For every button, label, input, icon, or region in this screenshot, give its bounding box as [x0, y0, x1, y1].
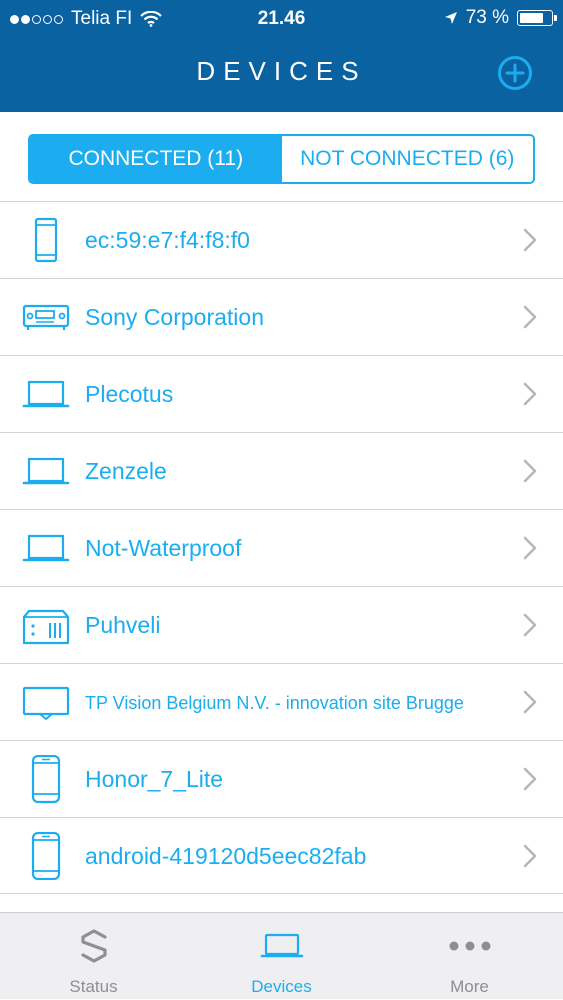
- smartphone-icon: [31, 832, 61, 880]
- device-name: Honor_7_Lite: [85, 766, 224, 792]
- device-name: TP Vision Belgium N.V. - innovation site…: [85, 692, 464, 713]
- device-name: Sony Corporation: [85, 304, 264, 330]
- tab-connected[interactable]: CONNECTED (11): [30, 136, 282, 182]
- chevron-right-icon: [523, 690, 537, 714]
- device-row[interactable]: Plecotus: [0, 355, 563, 432]
- location-arrow-icon: [444, 12, 457, 24]
- device-row[interactable]: android-419120d5eec82fab: [0, 817, 563, 894]
- av-receiver-icon: [22, 304, 70, 330]
- tablet-icon: [34, 217, 58, 263]
- device-name: android-419120d5eec82fab: [85, 843, 367, 869]
- device-row[interactable]: Not-Waterproof: [0, 509, 563, 586]
- tab-status-label: Status: [69, 977, 118, 996]
- connection-filter-segment: CONNECTED (11) NOT CONNECTED (6): [28, 134, 535, 184]
- device-list: ec:59:e7:f4:f8:f0 Sony Corporation Pleco…: [0, 201, 563, 894]
- status-logo-icon: [80, 929, 107, 963]
- chevron-right-icon: [523, 613, 537, 637]
- chevron-right-icon: [523, 228, 537, 252]
- device-row[interactable]: Honor_7_Lite: [0, 740, 563, 817]
- laptop-icon: [260, 933, 303, 958]
- device-row[interactable]: Sony Corporation: [0, 278, 563, 355]
- device-name: Puhveli: [85, 612, 161, 638]
- battery-percent: 73 %: [465, 7, 509, 28]
- more-dots-icon: [449, 941, 490, 951]
- chevron-right-icon: [523, 844, 537, 868]
- tab-not-connected[interactable]: NOT CONNECTED (6): [281, 136, 533, 182]
- device-row[interactable]: Zenzele: [0, 432, 563, 509]
- smartphone-icon: [31, 755, 61, 803]
- device-name: Plecotus: [85, 381, 174, 407]
- laptop-icon: [22, 380, 70, 408]
- chevron-right-icon: [523, 459, 537, 483]
- tab-devices[interactable]: Devices: [188, 913, 375, 1000]
- device-name: Not-Waterproof: [85, 535, 242, 561]
- laptop-icon: [22, 457, 70, 485]
- device-row[interactable]: TP Vision Belgium N.V. - innovation site…: [0, 663, 563, 740]
- tab-status[interactable]: Status: [0, 913, 187, 1000]
- tv-icon: [22, 686, 70, 720]
- device-name: Zenzele: [85, 458, 167, 484]
- plus-circle-icon[interactable]: [497, 55, 533, 91]
- nas-icon: [22, 609, 70, 645]
- header-bar: Telia FI 21.46 73 % DEVICES: [0, 0, 563, 112]
- device-row[interactable]: Puhveli: [0, 586, 563, 663]
- laptop-icon: [22, 534, 70, 562]
- chevron-right-icon: [523, 382, 537, 406]
- chevron-right-icon: [523, 767, 537, 791]
- battery-icon: [517, 10, 557, 26]
- tab-more-label: More: [450, 977, 489, 996]
- tab-more[interactable]: More: [376, 913, 563, 1000]
- status-right: 73 %: [444, 7, 557, 29]
- page-title: DEVICES: [196, 56, 367, 86]
- status-bar: Telia FI 21.46 73 %: [0, 0, 563, 38]
- device-name: ec:59:e7:f4:f8:f0: [85, 227, 250, 253]
- device-row[interactable]: ec:59:e7:f4:f8:f0: [0, 201, 563, 278]
- tab-devices-label: Devices: [251, 977, 312, 996]
- chevron-right-icon: [523, 536, 537, 560]
- tab-bar: Status Devices More: [0, 912, 563, 999]
- chevron-right-icon: [523, 305, 537, 329]
